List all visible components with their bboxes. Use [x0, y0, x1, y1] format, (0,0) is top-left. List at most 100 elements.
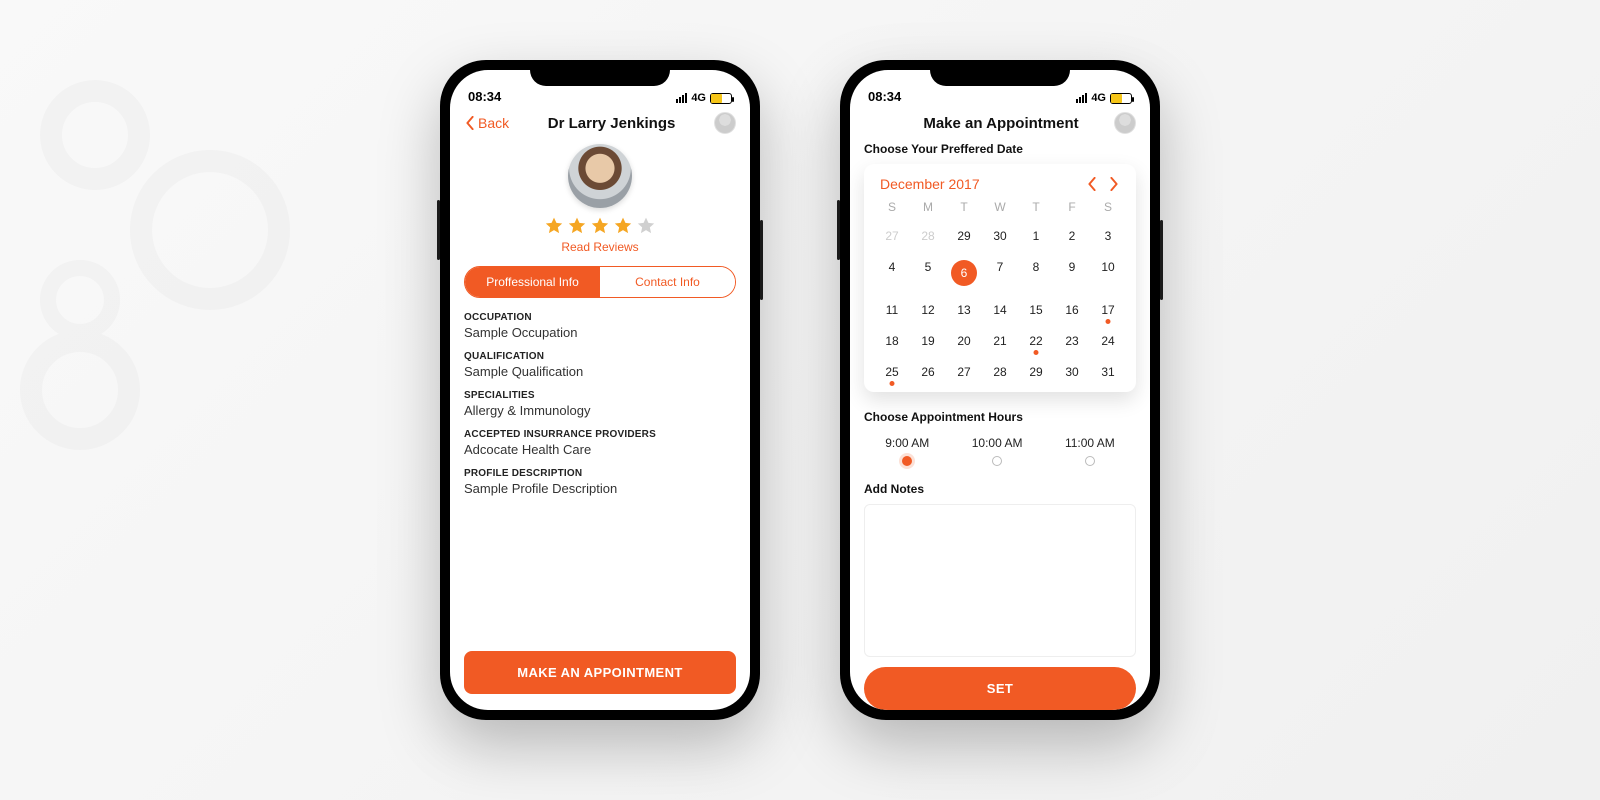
calendar-day[interactable]: 15 — [1018, 298, 1054, 322]
calendar-day[interactable]: 8 — [1018, 255, 1054, 291]
calendar-day[interactable]: 7 — [982, 255, 1018, 291]
add-notes-label: Add Notes — [864, 482, 1136, 496]
calendar-dow: W — [982, 200, 1018, 217]
back-button[interactable]: Back — [464, 115, 509, 131]
calendar-day[interactable]: 22 — [1018, 329, 1054, 353]
hours-row: 9:00 AM 10:00 AM 11:00 AM — [864, 436, 1136, 466]
notes-textarea[interactable] — [864, 504, 1136, 657]
calendar-day[interactable]: 6 — [946, 255, 982, 291]
calendar-day[interactable]: 26 — [910, 360, 946, 384]
hour-option[interactable]: 10:00 AM — [972, 436, 1023, 466]
choose-date-label: Choose Your Preffered Date — [864, 142, 1136, 156]
qualification-value: Sample Qualification — [464, 364, 736, 379]
hour-option[interactable]: 11:00 AM — [1065, 436, 1115, 466]
hour-label: 11:00 AM — [1065, 436, 1115, 450]
insurance-label: ACCEPTED INSURRANCE PROVIDERS — [464, 429, 736, 440]
battery-icon — [1110, 93, 1132, 104]
back-label: Back — [478, 115, 509, 131]
page-title: Make an Appointment — [888, 115, 1114, 132]
info-tabs: Proffessional Info Contact Info — [464, 266, 736, 298]
calendar-day[interactable]: 25 — [874, 360, 910, 384]
phone-mockup-profile: 08:34 4G Back Dr Larry Jenkings Read Rev — [440, 60, 760, 720]
insurance-value: Adcocate Health Care — [464, 442, 736, 457]
status-time: 08:34 — [868, 89, 901, 104]
calendar-day[interactable]: 28 — [982, 360, 1018, 384]
occupation-value: Sample Occupation — [464, 325, 736, 340]
calendar-day[interactable]: 30 — [982, 224, 1018, 248]
specialities-value: Allergy & Immunology — [464, 403, 736, 418]
chevron-left-icon — [464, 116, 476, 130]
calendar-day[interactable]: 23 — [1054, 329, 1090, 353]
battery-icon — [710, 93, 732, 104]
user-avatar-icon[interactable] — [1114, 112, 1136, 134]
network-label: 4G — [691, 92, 706, 104]
phone-mockup-appointment: 08:34 4G Make an Appointment Choose Your… — [840, 60, 1160, 720]
star-icon — [590, 216, 610, 236]
status-time: 08:34 — [468, 89, 501, 104]
profile-desc-label: PROFILE DESCRIPTION — [464, 468, 736, 479]
rating-stars — [464, 216, 736, 236]
calendar-dow: T — [946, 200, 982, 217]
calendar-day[interactable]: 31 — [1090, 360, 1126, 384]
tab-contact-info[interactable]: Contact Info — [600, 267, 735, 297]
star-icon — [613, 216, 633, 236]
tab-professional-info[interactable]: Proffessional Info — [465, 267, 600, 297]
star-icon — [567, 216, 587, 236]
calendar-day[interactable]: 9 — [1054, 255, 1090, 291]
calendar-day[interactable]: 1 — [1018, 224, 1054, 248]
signal-icon — [1076, 93, 1087, 103]
signal-icon — [676, 93, 687, 103]
calendar-day[interactable]: 28 — [910, 224, 946, 248]
qualification-label: QUALIFICATION — [464, 351, 736, 362]
calendar-day[interactable]: 19 — [910, 329, 946, 353]
calendar-dow: S — [874, 200, 910, 217]
calendar-day[interactable]: 14 — [982, 298, 1018, 322]
calendar-grid: SMTWTFS272829301234567891011121314151617… — [874, 200, 1126, 384]
calendar-day[interactable]: 5 — [910, 255, 946, 291]
star-icon — [544, 216, 564, 236]
occupation-label: OCCUPATION — [464, 312, 736, 323]
make-appointment-button[interactable]: MAKE AN APPOINTMENT — [464, 651, 736, 694]
choose-hours-label: Choose Appointment Hours — [864, 410, 1136, 424]
read-reviews-link[interactable]: Read Reviews — [464, 240, 736, 254]
hour-label: 9:00 AM — [885, 436, 929, 450]
radio-icon — [992, 456, 1002, 466]
calendar-month-label: December 2017 — [880, 176, 980, 192]
calendar-day[interactable]: 30 — [1054, 360, 1090, 384]
calendar-card: December 2017 SMTWTFS2728293012345678910… — [864, 164, 1136, 392]
profile-desc-value: Sample Profile Description — [464, 481, 736, 496]
calendar-day[interactable]: 4 — [874, 255, 910, 291]
calendar-dow: F — [1054, 200, 1090, 217]
calendar-day[interactable]: 27 — [874, 224, 910, 248]
calendar-day[interactable]: 13 — [946, 298, 982, 322]
calendar-dow: M — [910, 200, 946, 217]
calendar-day[interactable]: 20 — [946, 329, 982, 353]
page-title: Dr Larry Jenkings — [509, 115, 714, 132]
calendar-day[interactable]: 16 — [1054, 298, 1090, 322]
calendar-next-button[interactable] — [1108, 177, 1120, 191]
calendar-day[interactable]: 29 — [1018, 360, 1054, 384]
specialities-label: SPECIALITIES — [464, 390, 736, 401]
calendar-day[interactable]: 12 — [910, 298, 946, 322]
calendar-dow: S — [1090, 200, 1126, 217]
calendar-day[interactable]: 21 — [982, 329, 1018, 353]
calendar-day[interactable]: 17 — [1090, 298, 1126, 322]
calendar-day[interactable]: 29 — [946, 224, 982, 248]
radio-icon — [1085, 456, 1095, 466]
calendar-day[interactable]: 24 — [1090, 329, 1126, 353]
calendar-day[interactable]: 2 — [1054, 224, 1090, 248]
star-icon — [636, 216, 656, 236]
calendar-day[interactable]: 18 — [874, 329, 910, 353]
calendar-prev-button[interactable] — [1086, 177, 1098, 191]
hour-label: 10:00 AM — [972, 436, 1023, 450]
calendar-dow: T — [1018, 200, 1054, 217]
hour-option[interactable]: 9:00 AM — [885, 436, 929, 466]
calendar-day[interactable]: 10 — [1090, 255, 1126, 291]
calendar-day[interactable]: 3 — [1090, 224, 1126, 248]
user-avatar-icon[interactable] — [714, 112, 736, 134]
network-label: 4G — [1091, 92, 1106, 104]
calendar-day[interactable]: 11 — [874, 298, 910, 322]
doctor-avatar — [568, 144, 632, 208]
calendar-day[interactable]: 27 — [946, 360, 982, 384]
set-button[interactable]: SET — [864, 667, 1136, 710]
